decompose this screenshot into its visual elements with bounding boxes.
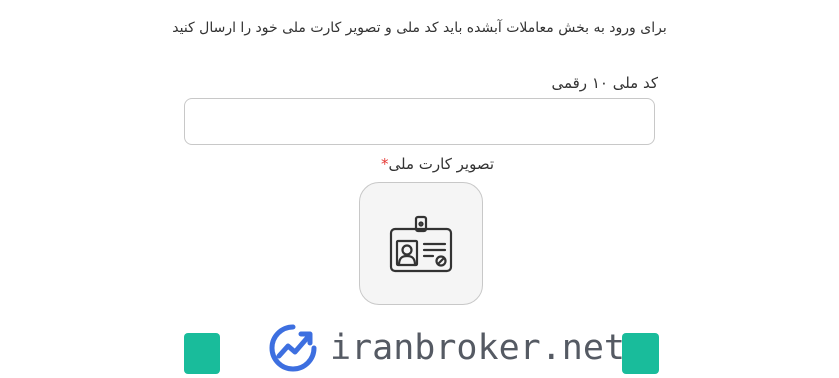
id-card-icon: [389, 215, 453, 273]
submit-button-left[interactable]: [184, 333, 220, 374]
required-star: *: [381, 155, 389, 173]
watermark: iranbroker.net: [268, 322, 625, 374]
watermark-text: iranbroker.net: [330, 328, 626, 368]
national-code-label: کد ملی ۱۰ رقمی: [551, 74, 658, 92]
page: برای ورود به بخش معاملات آبشده باید کد م…: [0, 0, 839, 378]
id-card-label-row: تصویر کارت ملی*: [371, 155, 494, 173]
trend-chart-logo-icon: [268, 323, 318, 373]
intro-text: برای ورود به بخش معاملات آبشده باید کد م…: [172, 20, 667, 36]
submit-button-right[interactable]: [622, 333, 659, 374]
national-code-input[interactable]: [184, 98, 655, 145]
id-card-label: تصویر کارت ملی: [388, 155, 495, 173]
id-card-upload-button[interactable]: [359, 182, 483, 305]
